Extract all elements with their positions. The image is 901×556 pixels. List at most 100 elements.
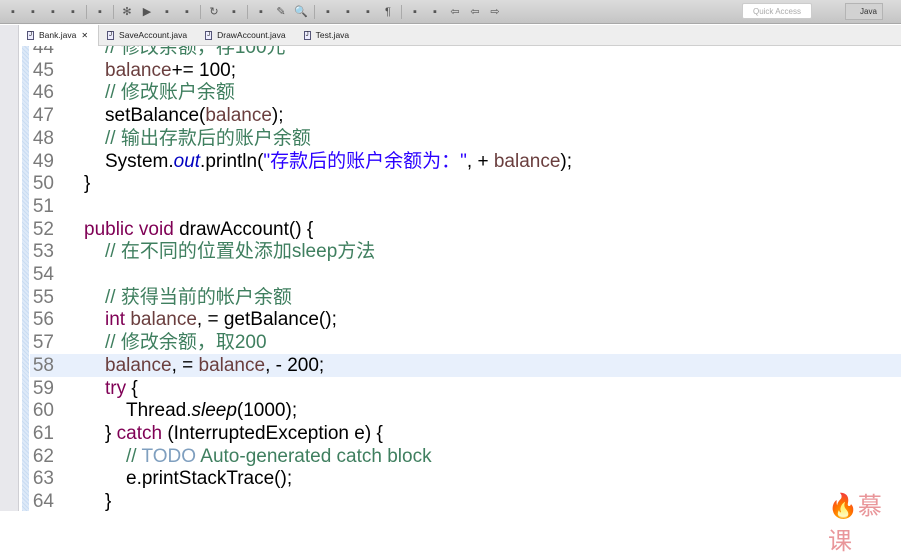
tab-label: Test.java — [315, 30, 350, 40]
save-all-icon[interactable]: ▪ — [66, 5, 80, 19]
code-token: out — [173, 150, 201, 172]
forward-disabled-icon[interactable]: ⇨ — [488, 5, 502, 19]
code-line: 45 balance+= 100; — [30, 59, 901, 82]
back-icon[interactable]: ⇦ — [448, 5, 462, 19]
line-number: 57 — [32, 332, 54, 354]
code-line: 58 balance, = balance, - 200; — [30, 353, 901, 377]
code-line: 47 setBalance(balance); — [30, 104, 901, 127]
close-tab-icon[interactable]: ✕ — [81, 25, 88, 46]
code-token: balance — [105, 59, 172, 81]
next-annotation-icon[interactable]: ▪ — [408, 5, 422, 19]
code-token: balance — [105, 354, 172, 376]
code-token: // — [126, 445, 142, 467]
line-number: 53 — [32, 241, 54, 263]
toolbar-separator — [401, 4, 402, 19]
code-text: balance+= 100; — [105, 59, 236, 82]
tab-test-java[interactable]: J Test.java — [296, 25, 360, 46]
code-text: public void drawAccount() { — [84, 218, 313, 241]
run-config-icon[interactable]: ▪ — [160, 5, 174, 19]
code-token: Auto-generated catch block — [200, 445, 432, 467]
highlight-icon[interactable]: ▪ — [321, 5, 335, 19]
code-text: // 修改余额，取200 — [105, 331, 267, 354]
toolbar-separator — [200, 4, 201, 19]
code-text: Thread.sleep(1000); — [126, 399, 297, 422]
tab-drawaccount-java[interactable]: J DrawAccount.java — [197, 25, 296, 46]
code-token: , - 200; — [265, 354, 325, 376]
toolbar-separator — [247, 4, 248, 19]
code-text: int balance, = getBalance(); — [105, 308, 337, 331]
code-token: } — [105, 491, 112, 511]
line-number: 51 — [32, 195, 54, 217]
line-number: 62 — [32, 445, 54, 467]
code-token: sleep — [191, 400, 237, 422]
code-line: 57 // 修改余额，取200 — [30, 331, 901, 354]
java-file-icon: J — [107, 31, 115, 40]
open-type-icon[interactable]: ▪ — [227, 5, 241, 19]
debug-icon[interactable]: ✻ — [120, 5, 134, 19]
code-token: drawAccount() { — [179, 218, 314, 240]
code-token: balance — [198, 354, 266, 376]
code-text: System.out.println("存款后的账户余额为：", + balan… — [105, 150, 572, 173]
line-number: 56 — [32, 309, 54, 331]
line-number: 63 — [32, 468, 54, 490]
toolbar-separator — [314, 4, 315, 19]
pin-icon[interactable]: ▪ — [341, 5, 355, 19]
code-text: // 输出存款后的账户余额 — [105, 127, 311, 150]
overview-ruler — [22, 46, 29, 511]
code-line: 49 System.out.println("存款后的账户余额为：", + bal… — [30, 150, 901, 173]
code-token: try — [105, 377, 132, 399]
refresh-icon[interactable]: ↻ — [207, 5, 221, 19]
line-number: 64 — [32, 491, 54, 511]
code-text: // 获得当前的帐户余额 — [105, 286, 292, 309]
line-number: 50 — [32, 173, 54, 195]
new-type-icon[interactable]: ▪ — [26, 5, 40, 19]
edit-icon[interactable]: ✎ — [274, 5, 288, 19]
java-perspective-button[interactable]: Java — [845, 3, 883, 20]
code-token: balance — [130, 309, 197, 331]
line-number: 52 — [32, 218, 54, 240]
code-text: try { — [105, 377, 138, 400]
new-package-icon[interactable]: ▪ — [180, 5, 194, 19]
code-editor[interactable]: 44// 修改余额，存100元 45 balance+= 100; 46// 修改账户… — [30, 46, 901, 511]
code-line: 54 — [30, 263, 901, 286]
code-token: ); — [560, 150, 573, 172]
code-token: // 修改余额，取200 — [105, 332, 267, 354]
code-line: 50} — [30, 172, 901, 195]
forward-icon[interactable]: ⇦ — [468, 5, 482, 19]
code-token: "存款后的账户余额为：" — [263, 150, 467, 172]
save-icon[interactable]: ▪ — [46, 5, 60, 19]
left-minimized-panel — [0, 25, 19, 511]
code-line: 59 try { — [30, 377, 901, 400]
code-text: } catch (InterruptedException e) { — [105, 422, 383, 445]
show-whitespace-icon[interactable]: ¶ — [381, 5, 395, 19]
code-text: } — [105, 490, 111, 511]
prev-annotation-icon[interactable]: ▪ — [428, 5, 442, 19]
code-token: // 在不同的位置处添加sleep方法 — [105, 241, 376, 263]
code-token: public void — [84, 218, 180, 240]
search-icon[interactable]: 🔍 — [294, 5, 308, 19]
line-number: 58 — [32, 354, 54, 376]
tab-bank-java[interactable]: J Bank.java ✕ — [19, 25, 100, 46]
code-token: } — [105, 422, 117, 444]
watermark-logo: 🔥慕课 — [828, 493, 882, 555]
code-line: 61 } catch (InterruptedException e) { — [30, 422, 901, 445]
code-token: setBalance( — [105, 105, 206, 127]
run-icon[interactable]: ▶ — [140, 5, 154, 19]
line-number: 60 — [32, 400, 54, 422]
open-task-icon[interactable]: ▪ — [254, 5, 268, 19]
code-text: setBalance(balance); — [105, 104, 284, 127]
code-token: (1000); — [236, 400, 298, 422]
quick-access-input[interactable]: Quick Access — [742, 3, 812, 19]
tab-saveaccount-java[interactable]: J SaveAccount.java — [99, 25, 197, 46]
line-number: 54 — [32, 264, 54, 285]
code-token: // 修改余额，存100元 — [105, 46, 286, 58]
code-line: 55 // 获得当前的帐户余额 — [30, 286, 901, 309]
new-icon[interactable]: ▪ — [6, 5, 20, 19]
code-line: 46 // 修改账户余额 — [30, 81, 901, 104]
line-number: 61 — [32, 422, 54, 444]
code-text: // 修改余额，存100元 — [105, 46, 286, 59]
skip-breakpoints-icon[interactable]: ▪ — [93, 5, 107, 19]
toggle-block-icon[interactable]: ▪ — [361, 5, 375, 19]
code-token: Thread. — [126, 400, 192, 422]
code-token: += 100; — [171, 59, 237, 81]
